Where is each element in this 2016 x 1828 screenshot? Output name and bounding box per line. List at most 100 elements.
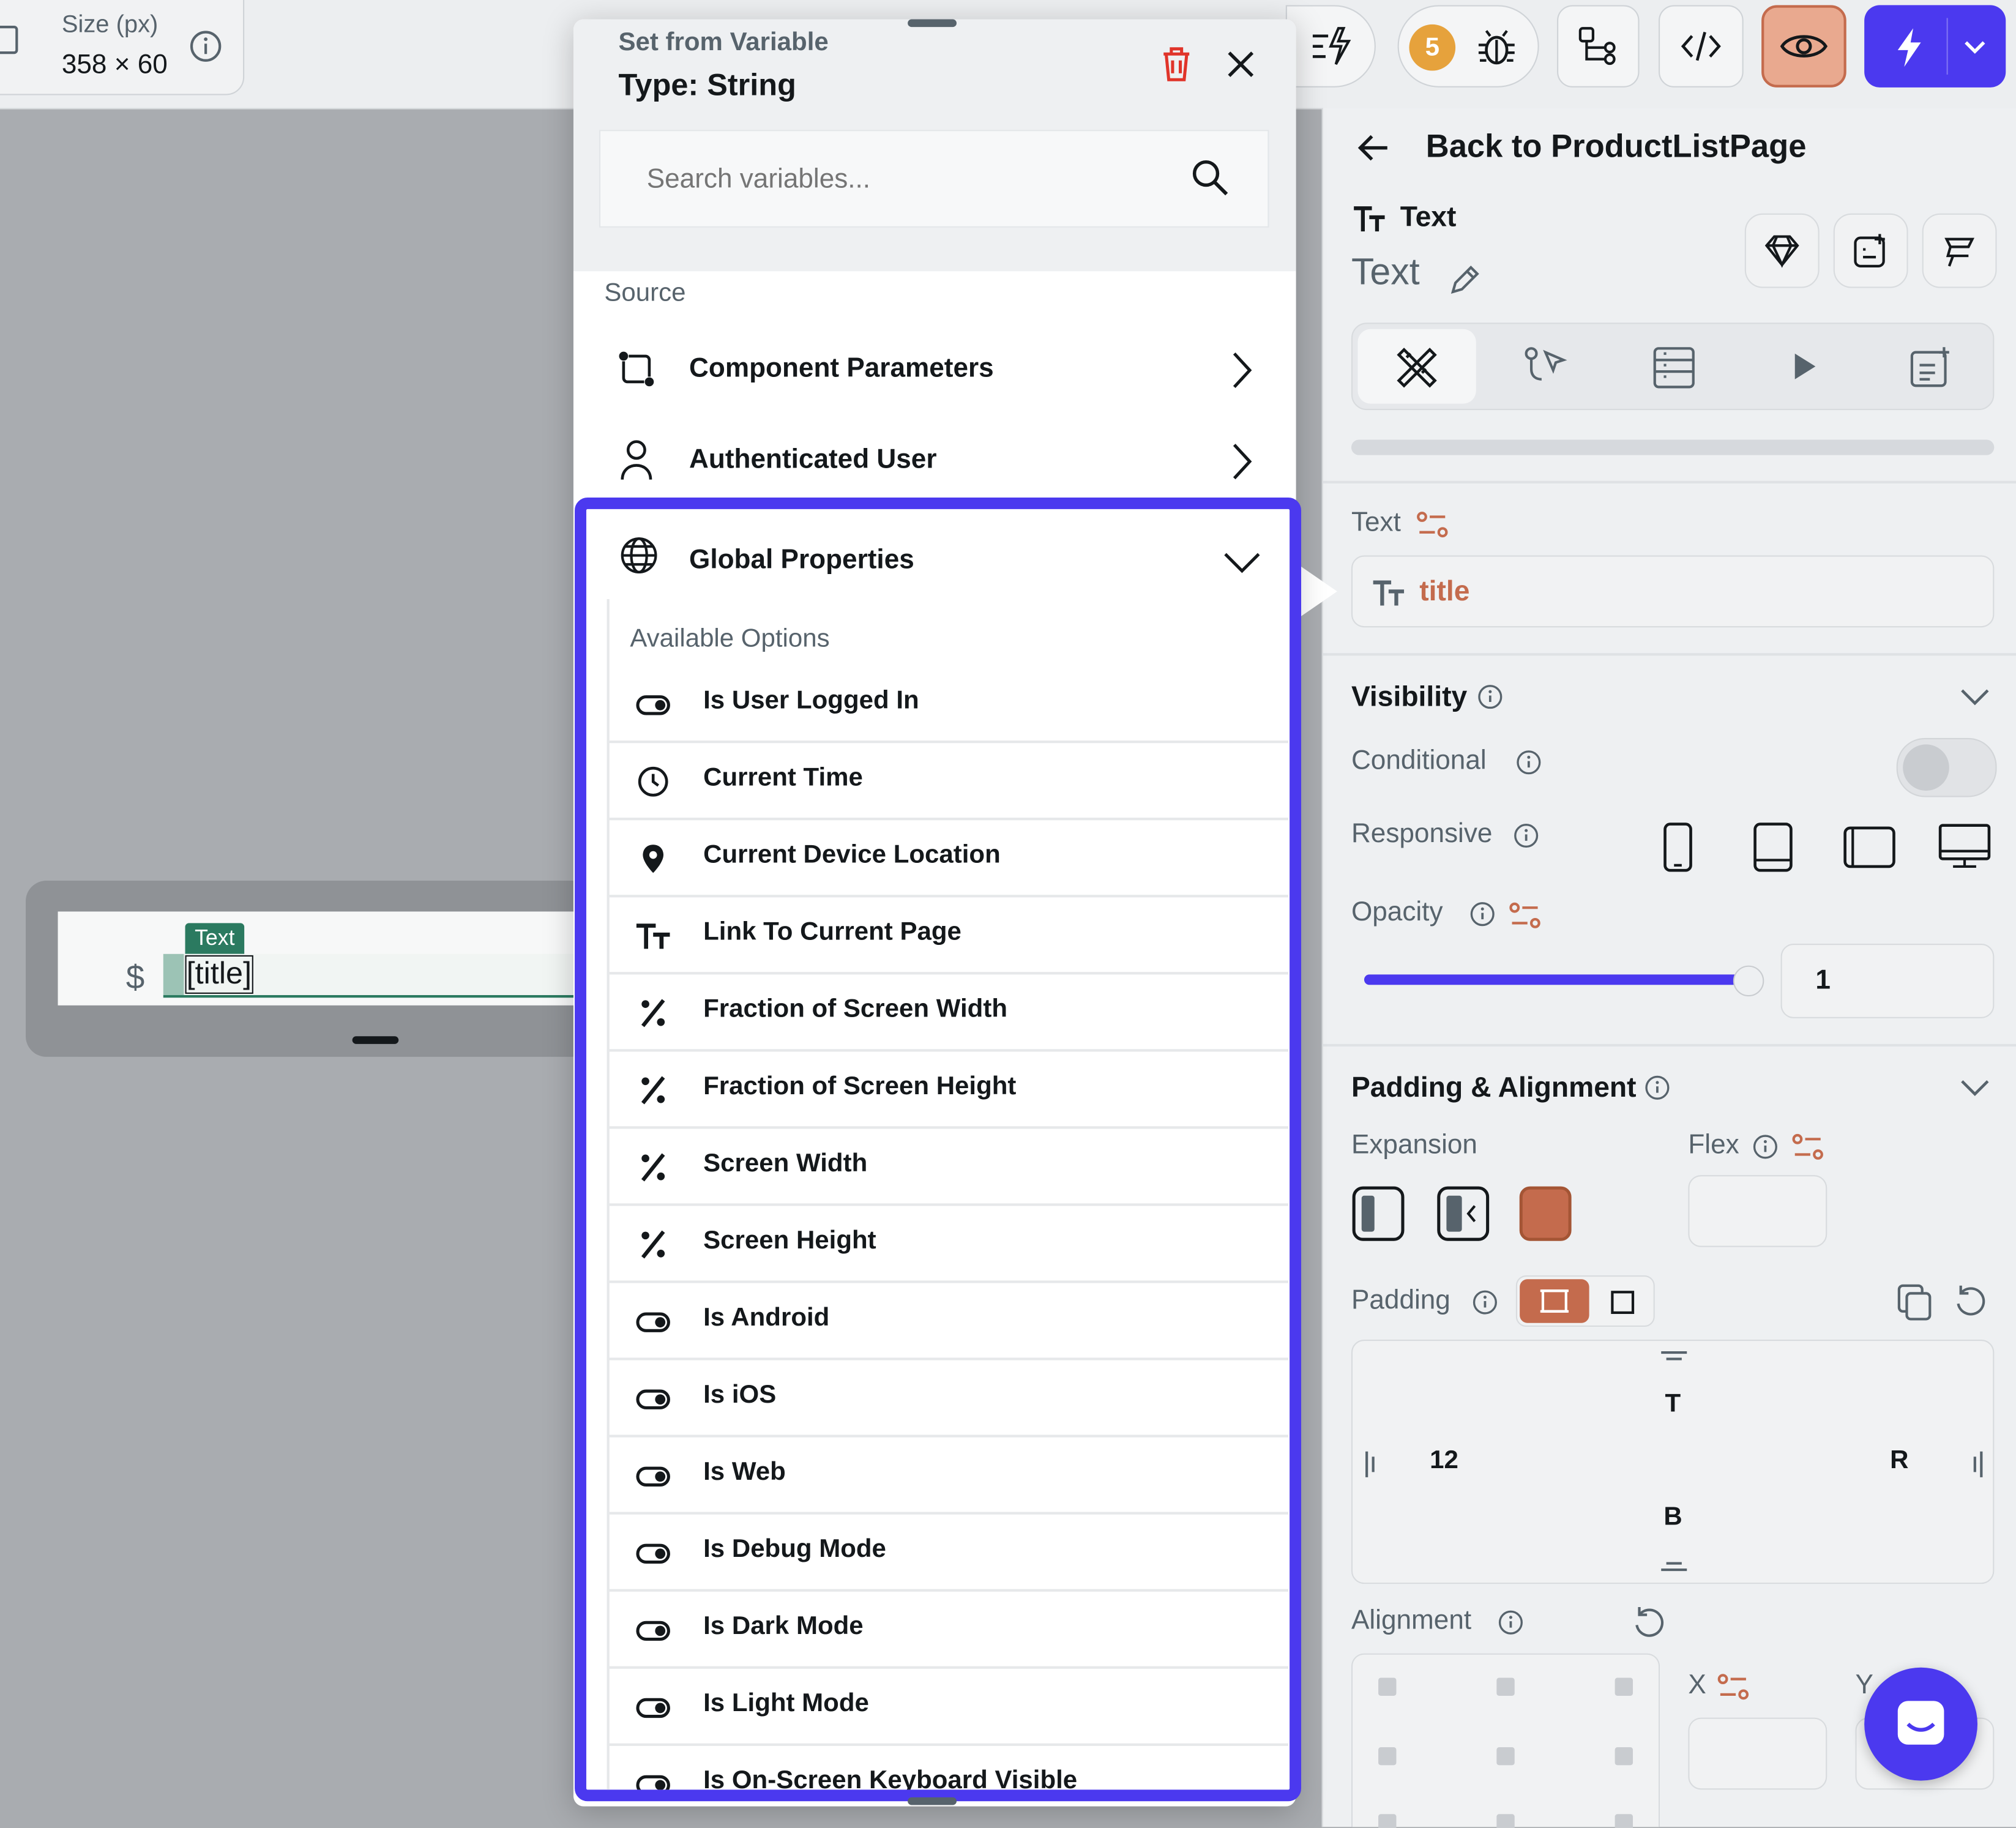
align-bottom-center[interactable]	[1496, 1814, 1515, 1828]
padding-right[interactable]: R	[1890, 1446, 1908, 1475]
source-component-parameters[interactable]: Component Parameters	[573, 324, 1296, 414]
align-bottom-right[interactable]	[1615, 1814, 1633, 1828]
drag-handle[interactable]	[908, 1797, 957, 1805]
search-input[interactable]	[644, 157, 1164, 203]
chevron-down-icon[interactable]	[1958, 1077, 1992, 1098]
option-row[interactable]: Fraction of Screen Height	[607, 1051, 1289, 1129]
option-row[interactable]: Is Light Mode	[607, 1669, 1289, 1746]
option-row[interactable]: Is User Logged In	[607, 666, 1289, 744]
source-authenticated-user[interactable]: Authenticated User	[573, 416, 1296, 505]
padding-all-icon[interactable]	[1610, 1289, 1635, 1315]
option-row[interactable]: Is Dark Mode	[607, 1592, 1289, 1669]
resize-handle[interactable]	[352, 1036, 399, 1044]
info-icon[interactable]	[1514, 823, 1539, 849]
info-icon[interactable]	[1498, 1610, 1523, 1635]
info-icon[interactable]	[1477, 684, 1503, 710]
edit-pencil-icon[interactable]	[1446, 259, 1485, 298]
padding-left[interactable]: 12	[1430, 1446, 1458, 1475]
trash-icon[interactable]	[1160, 45, 1193, 84]
option-row[interactable]: Is On-Screen Keyboard Visible	[607, 1746, 1288, 1790]
actions-button[interactable]	[1285, 5, 1376, 88]
back-link[interactable]: Back to ProductListPage	[1426, 129, 1807, 166]
tablet-landscape-icon[interactable]	[1842, 826, 1896, 869]
align-top-right[interactable]	[1615, 1677, 1633, 1696]
opacity-slider[interactable]	[1364, 965, 1764, 997]
text-value-field[interactable]: title	[1351, 555, 1995, 628]
padding-bottom-handle-icon[interactable]	[1659, 1559, 1689, 1575]
code-button[interactable]	[1659, 5, 1744, 88]
conditional-toggle[interactable]	[1896, 737, 1997, 797]
padding-bottom[interactable]: B	[1663, 1503, 1682, 1532]
align-center-left[interactable]	[1378, 1747, 1397, 1766]
align-center[interactable]	[1496, 1747, 1515, 1766]
chevron-down-icon[interactable]	[1962, 39, 1988, 56]
padding-right-handle-icon[interactable]	[1969, 1449, 1985, 1480]
global-properties-header[interactable]: Global Properties	[586, 509, 1290, 599]
styles-button[interactable]	[1922, 213, 1997, 288]
expansion-flexible-icon[interactable]	[1436, 1185, 1490, 1242]
info-icon[interactable]	[1752, 1134, 1778, 1160]
close-icon[interactable]	[1224, 48, 1258, 81]
align-top-left[interactable]	[1378, 1677, 1397, 1696]
globe-icon	[621, 537, 657, 573]
info-icon[interactable]	[189, 29, 223, 63]
flex-input[interactable]	[1688, 1175, 1827, 1247]
copy-icon[interactable]	[1897, 1283, 1933, 1322]
panel-scrollbar[interactable]	[1351, 439, 1995, 455]
opacity-input[interactable]: 1	[1780, 943, 1995, 1018]
tab-properties[interactable]	[1357, 329, 1476, 404]
padding-top-handle-icon[interactable]	[1659, 1349, 1689, 1364]
expansion-default-icon[interactable]	[1351, 1185, 1405, 1242]
variable-settings-icon[interactable]	[1508, 900, 1542, 931]
option-row[interactable]: Screen Height	[607, 1206, 1289, 1283]
info-icon[interactable]	[1472, 1289, 1498, 1315]
align-bottom-left[interactable]	[1378, 1814, 1397, 1828]
backend-query-icon[interactable]	[1651, 345, 1697, 391]
expansion-label: Expansion	[1351, 1130, 1477, 1160]
option-row[interactable]: Screen Width	[607, 1129, 1289, 1206]
expansion-expanded-icon[interactable]	[1518, 1185, 1572, 1242]
back-arrow-icon[interactable]	[1354, 129, 1392, 167]
chevron-down-icon[interactable]	[1958, 687, 1992, 707]
add-component-button[interactable]	[1833, 213, 1908, 288]
tablet-icon[interactable]	[1752, 821, 1793, 873]
opacity-slider-thumb[interactable]	[1733, 965, 1764, 997]
variable-settings-icon[interactable]	[1416, 509, 1449, 540]
chat-launcher[interactable]	[1864, 1667, 1978, 1781]
desktop-icon[interactable]	[1938, 823, 1992, 872]
debug-button[interactable]: 5	[1397, 5, 1539, 88]
play-icon[interactable]	[1785, 347, 1823, 386]
info-icon[interactable]	[1516, 750, 1542, 775]
drag-handle[interactable]	[908, 19, 957, 28]
option-row[interactable]: Is Web	[607, 1438, 1289, 1515]
option-row[interactable]: Fraction of Screen Width	[607, 974, 1289, 1052]
notes-icon[interactable]	[1908, 345, 1955, 391]
selected-text-widget[interactable]: [title]	[163, 953, 598, 998]
info-icon[interactable]	[1469, 901, 1495, 927]
option-row[interactable]: Current Time	[607, 743, 1289, 821]
search-icon[interactable]	[1189, 157, 1230, 198]
align-center-right[interactable]	[1615, 1747, 1633, 1766]
widget-tree-button[interactable]	[1557, 5, 1640, 88]
reset-icon[interactable]	[1632, 1605, 1668, 1641]
variable-settings-icon[interactable]	[1791, 1132, 1824, 1162]
phone-icon[interactable]	[1662, 821, 1693, 873]
padding-symmetric-button[interactable]	[1520, 1279, 1589, 1323]
variable-settings-icon[interactable]	[1717, 1671, 1750, 1702]
info-icon[interactable]	[1645, 1075, 1670, 1100]
padding-left-handle-icon[interactable]	[1363, 1449, 1378, 1480]
option-label: Is Dark Mode	[703, 1612, 864, 1641]
padding-top[interactable]: T	[1665, 1390, 1681, 1419]
align-top-center[interactable]	[1496, 1677, 1515, 1696]
option-row[interactable]: Is iOS	[607, 1360, 1289, 1438]
option-row[interactable]: Is Debug Mode	[607, 1515, 1289, 1592]
actions-tab-icon[interactable]	[1522, 345, 1569, 391]
option-row[interactable]: Link To Current Page	[607, 897, 1289, 975]
option-row[interactable]: Is Android	[607, 1283, 1289, 1360]
reset-icon[interactable]	[1953, 1283, 1989, 1319]
option-row[interactable]: Current Device Location	[607, 820, 1289, 898]
gem-button[interactable]	[1744, 213, 1820, 288]
align-x-input[interactable]	[1688, 1717, 1827, 1790]
run-button[interactable]	[1864, 5, 2006, 88]
preview-button[interactable]	[1761, 5, 1846, 88]
